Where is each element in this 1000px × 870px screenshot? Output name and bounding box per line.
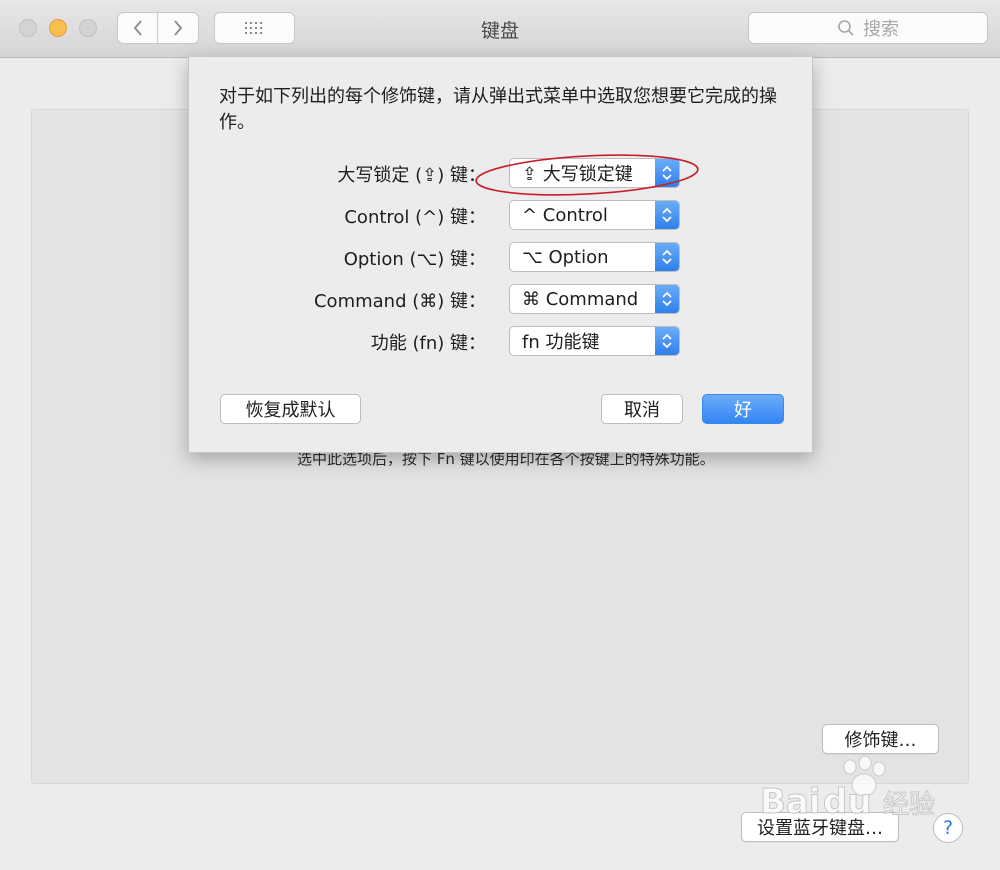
up-down-chevron-icon — [655, 243, 679, 271]
search-field[interactable]: 搜索 — [748, 12, 988, 44]
up-down-chevron-icon — [655, 327, 679, 355]
cancel-button[interactable]: 取消 — [601, 394, 683, 424]
magnifier-icon — [837, 19, 855, 37]
command-key-popup[interactable]: ⌘ Command — [509, 284, 680, 314]
modifier-keys-sheet: 对于如下列出的每个修饰键，请从弹出式菜单中选取您想要它完成的操作。 大写锁定 (… — [188, 57, 813, 453]
option-key-label: Option (⌥) 键： — [343, 249, 486, 270]
keyboard-preferences-window: 键盘 搜索 选中此选项后，按下 Fn 键以使用印在各个按键上的特殊功能。 修饰键… — [0, 0, 1000, 870]
title-bar: 键盘 搜索 — [0, 0, 1000, 58]
modifier-keys-button[interactable]: 修饰键… — [822, 724, 939, 754]
function-key-label: 功能 (fn) 键： — [370, 333, 486, 354]
control-key-popup[interactable]: ^ Control — [509, 200, 680, 230]
option-key-popup[interactable]: ⌥ Option — [509, 242, 680, 272]
help-button[interactable]: ? — [933, 813, 963, 843]
sheet-description: 对于如下列出的每个修饰键，请从弹出式菜单中选取您想要它完成的操作。 — [219, 86, 777, 133]
caps-lock-key-value: ⇪ 大写锁定键 — [522, 164, 633, 185]
function-key-value: fn 功能键 — [522, 332, 600, 353]
ok-button[interactable]: 好 — [702, 394, 784, 424]
caps-lock-key-label: 大写锁定 (⇪) 键： — [337, 165, 486, 186]
up-down-chevron-icon — [655, 201, 679, 229]
control-key-label: Control (^) 键： — [344, 207, 486, 228]
command-key-value: ⌘ Command — [522, 288, 639, 310]
function-key-popup[interactable]: fn 功能键 — [509, 326, 680, 356]
setup-bluetooth-keyboard-button[interactable]: 设置蓝牙键盘… — [741, 812, 899, 842]
caps-lock-key-popup[interactable]: ⇪ 大写锁定键 — [509, 158, 680, 188]
up-down-chevron-icon — [655, 285, 679, 313]
up-down-chevron-icon — [655, 159, 679, 187]
control-key-value: ^ Control — [522, 204, 608, 226]
command-key-label: Command (⌘) 键： — [313, 291, 486, 312]
search-placeholder: 搜索 — [863, 19, 899, 40]
option-key-value: ⌥ Option — [522, 246, 609, 268]
restore-defaults-button[interactable]: 恢复成默认 — [220, 394, 361, 424]
